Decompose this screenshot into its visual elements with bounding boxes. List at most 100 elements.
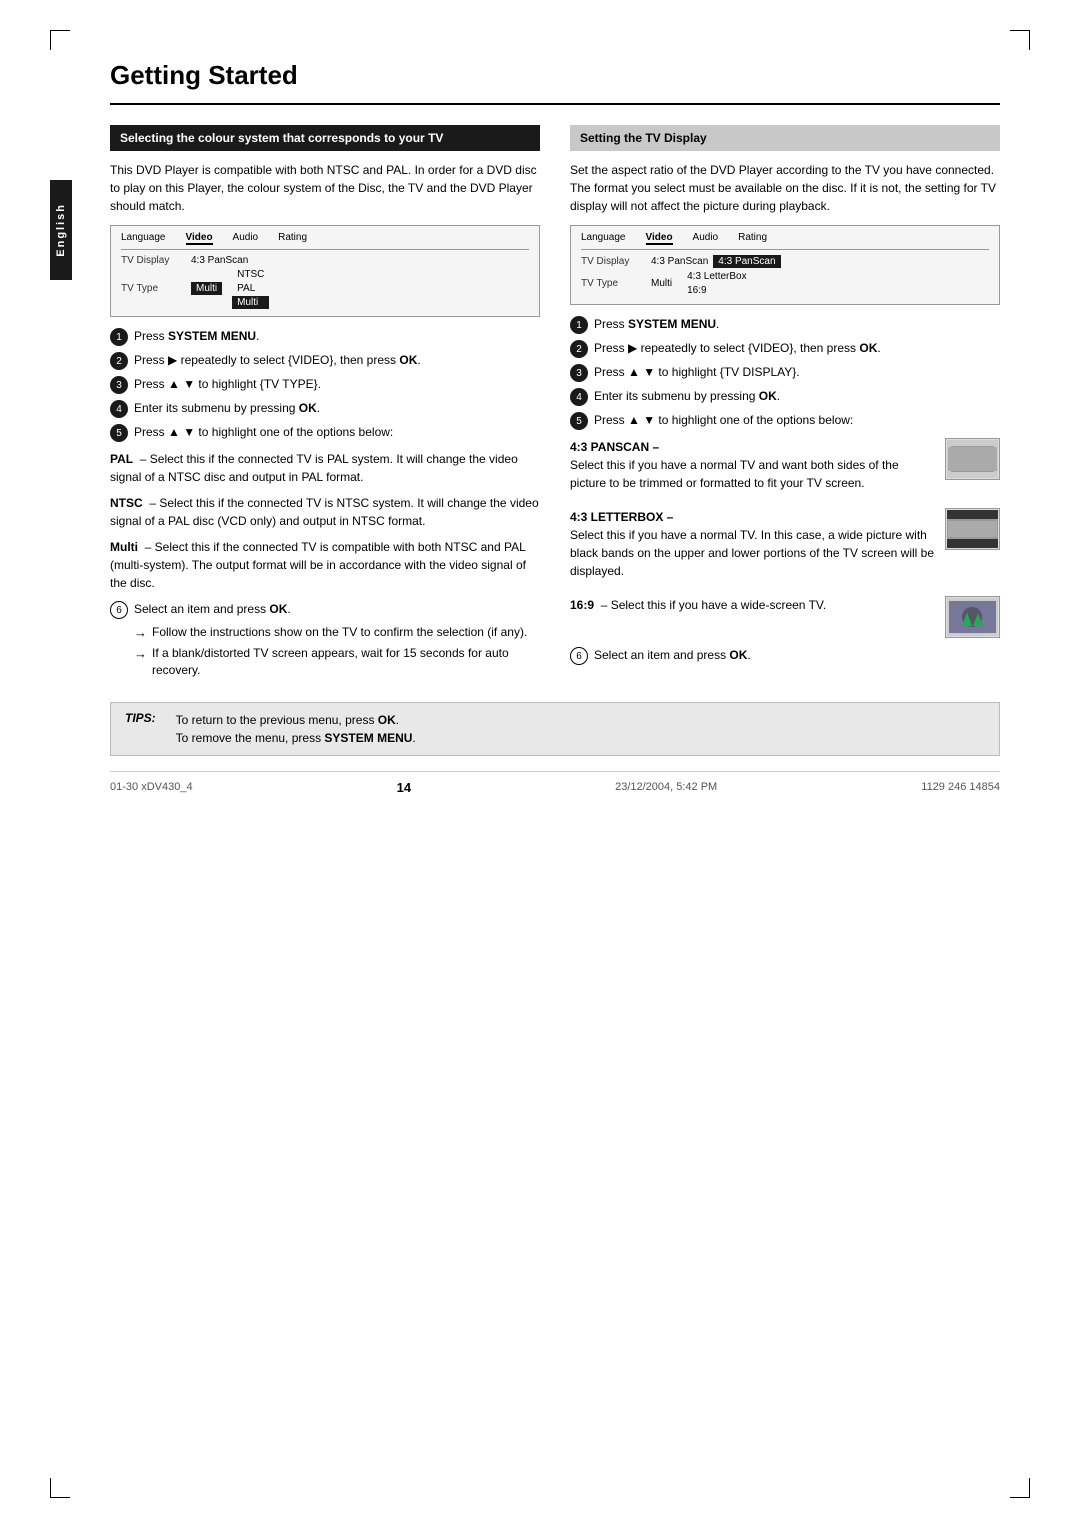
r-step-4-text: Enter its submenu by pressing OK. [594, 387, 1000, 405]
tips-line-2: To remove the menu, press SYSTEM MENU. [176, 729, 416, 747]
169-svg [947, 598, 998, 636]
right-step-1: 1 Press SYSTEM MENU. [570, 315, 1000, 334]
step-5-text: Press ▲ ▼ to highlight one of the option… [134, 423, 540, 441]
tips-content: To return to the previous menu, press OK… [176, 711, 416, 747]
r-menu-item-169: 16:9 [682, 284, 751, 297]
language-sidebar: English [50, 180, 72, 280]
r-step-3-text: Press ▲ ▼ to highlight {TV DISPLAY}. [594, 363, 1000, 381]
menu-col-rating: Rating [278, 232, 307, 245]
left-menu-mockup: Language Video Audio Rating TV Display 4… [110, 225, 540, 317]
r-step-6-text: Select an item and press OK. [594, 646, 1000, 664]
r-menu-row-tvdisplay: TV Display 4:3 PanScan 4:3 PanScan [581, 254, 989, 269]
menu-label-tvdisplay: TV Display [121, 255, 191, 266]
main-content: Selecting the colour system that corresp… [110, 125, 1000, 682]
corner-mark-bl [50, 1478, 70, 1498]
menu-item-multi-hl: Multi [232, 296, 269, 309]
r-step-num-2: 2 [570, 340, 588, 358]
title-divider [110, 103, 1000, 105]
letterbox-subsection: 4:3 LETTERBOX – Select this if you have … [570, 508, 1000, 588]
r-menu-col-audio: Audio [693, 232, 719, 245]
right-column: Setting the TV Display Set the aspect ra… [570, 125, 1000, 682]
r-menu-col-rating: Rating [738, 232, 767, 245]
step-num-1: 1 [110, 328, 128, 346]
page: English Getting Started Selecting the co… [0, 0, 1080, 1528]
arrow-sym-2: → [134, 645, 147, 663]
panscan-text-part: 4:3 PANSCAN – Select this if you have a … [570, 438, 935, 500]
left-body-text: This DVD Player is compatible with both … [110, 161, 540, 215]
169-label: 16:9 [570, 598, 594, 612]
step-2-text: Press ▶ repeatedly to select {VIDEO}, th… [134, 351, 540, 369]
r-menu-col-video: Video [646, 232, 673, 245]
letterbox-image [945, 508, 1000, 550]
r-menu-label-tvdisplay: TV Display [581, 256, 651, 267]
left-step-2: 2 Press ▶ repeatedly to select {VIDEO}, … [110, 351, 540, 370]
step-num-6: 6 [110, 601, 128, 619]
right-step-5: 5 Press ▲ ▼ to highlight one of the opti… [570, 411, 1000, 430]
corner-mark-tr [1010, 30, 1030, 50]
multi-option: Multi – Select this if the connected TV … [110, 538, 540, 592]
sidebar-label: English [55, 203, 67, 257]
r-menu-label-tvtype: TV Type [581, 278, 651, 289]
r-menu-item-letterbox: 4:3 LetterBox [682, 270, 751, 283]
arrow-2: → If a blank/distorted TV screen appears… [110, 645, 540, 679]
panscan-image [945, 438, 1000, 480]
pal-label: PAL [110, 452, 133, 466]
step-4-text: Enter its submenu by pressing OK. [134, 399, 540, 417]
r-menu-highlight-panscan: 4:3 PanScan [713, 255, 780, 268]
menu-col-language: Language [121, 232, 166, 245]
letterbox-option: 4:3 LETTERBOX – Select this if you have … [570, 508, 935, 580]
r-menu-row-tvtype: TV Type Multi 4:3 LetterBox 16:9 [581, 269, 989, 298]
step-3-text: Press ▲ ▼ to highlight {TV TYPE}. [134, 375, 540, 393]
footer-right-date: 23/12/2004, 5:42 PM [615, 781, 717, 793]
r-step-num-4: 4 [570, 388, 588, 406]
r-step-num-1: 1 [570, 316, 588, 334]
menu-value-tvdisplay: 4:3 PanScan [191, 255, 248, 266]
step-num-3: 3 [110, 376, 128, 394]
r-step-num-6: 6 [570, 647, 588, 665]
footer-left: 01-30 xDV430_4 [110, 781, 193, 793]
menu-row-tvdisplay: TV Display 4:3 PanScan [121, 254, 529, 267]
169-option: 16:9 – Select this if you have a wide-sc… [570, 596, 935, 614]
right-step-4: 4 Enter its submenu by pressing OK. [570, 387, 1000, 406]
right-menu-header-row: Language Video Audio Rating [581, 232, 989, 250]
right-step-6: 6 Select an item and press OK. [570, 646, 1000, 665]
step-num-5: 5 [110, 424, 128, 442]
menu-highlight-multi: Multi [191, 282, 222, 295]
left-step-6: 6 Select an item and press OK. [110, 600, 540, 619]
left-section-header: Selecting the colour system that corresp… [110, 125, 540, 151]
r-step-2-text: Press ▶ repeatedly to select {VIDEO}, th… [594, 339, 1000, 357]
left-step-4: 4 Enter its submenu by pressing OK. [110, 399, 540, 418]
right-body-text: Set the aspect ratio of the DVD Player a… [570, 161, 1000, 215]
arrow-2-text: If a blank/distorted TV screen appears, … [152, 645, 540, 679]
left-column: Selecting the colour system that corresp… [110, 125, 540, 682]
r-menu-submenu: 4:3 LetterBox 16:9 [682, 270, 751, 297]
footer-page-number: 14 [397, 780, 411, 795]
menu-col-audio: Audio [233, 232, 259, 245]
corner-mark-br [1010, 1478, 1030, 1498]
page-title: Getting Started [80, 60, 1000, 91]
step-num-2: 2 [110, 352, 128, 370]
arrow-1-text: Follow the instructions show on the TV t… [152, 624, 527, 641]
169-text-part: 16:9 – Select this if you have a wide-sc… [570, 596, 935, 622]
pal-option: PAL – Select this if the connected TV is… [110, 450, 540, 486]
r-step-5-text: Press ▲ ▼ to highlight one of the option… [594, 411, 1000, 429]
panscan-svg [947, 440, 998, 478]
menu-submenu: NTSC PAL Multi [232, 268, 269, 309]
tips-label: TIPS: [125, 711, 156, 725]
footer-far-right: 1129 246 14854 [921, 781, 1000, 793]
169-image [945, 596, 1000, 638]
r-menu-value-multi: Multi [651, 278, 672, 289]
r-step-1-text: Press SYSTEM MENU. [594, 315, 1000, 333]
right-steps-list: 1 Press SYSTEM MENU. 2 Press ▶ repeatedl… [570, 315, 1000, 430]
tips-bar: TIPS: To return to the previous menu, pr… [110, 702, 1000, 756]
letterbox-svg [947, 510, 998, 548]
r-menu-value-tvdisplay: 4:3 PanScan [651, 256, 708, 267]
r-step-num-5: 5 [570, 412, 588, 430]
step-1-text: Press SYSTEM MENU. [134, 327, 540, 345]
multi-label: Multi [110, 540, 138, 554]
step-6-text: Select an item and press OK. [134, 600, 540, 618]
left-step-5: 5 Press ▲ ▼ to highlight one of the opti… [110, 423, 540, 442]
r-menu-col-language: Language [581, 232, 626, 245]
r-step-num-3: 3 [570, 364, 588, 382]
menu-label-tvtype: TV Type [121, 283, 191, 294]
